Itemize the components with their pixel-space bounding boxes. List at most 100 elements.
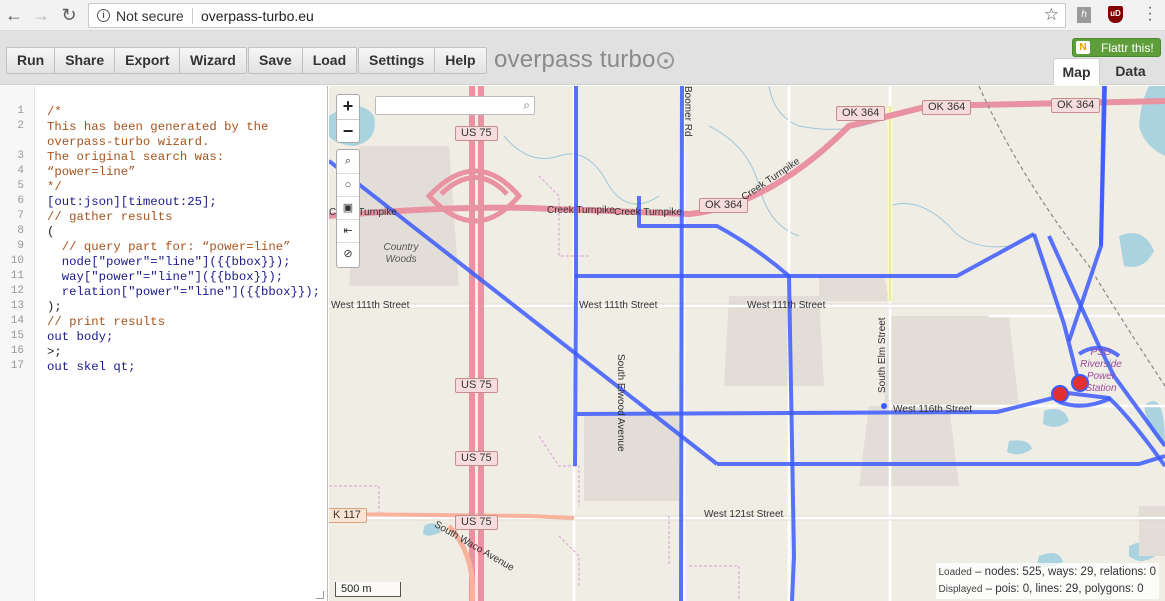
- line-number: 6: [17, 195, 24, 207]
- code-line[interactable]: (: [47, 225, 54, 240]
- displayed-stats: – pois: 0, lines: 29, polygons: 0: [985, 583, 1144, 595]
- ok364-shield: OK 364: [836, 106, 886, 121]
- extension-h-icon[interactable]: h: [1077, 7, 1091, 23]
- ok364-shield: OK 364: [922, 100, 972, 115]
- browser-toolbar: ← → ↻ i Not secure overpass-turbo.eu ☆ h…: [0, 0, 1165, 31]
- loaded-stats: – nodes: 525, ways: 29, relations: 0: [975, 566, 1156, 578]
- line-number: 13: [10, 300, 24, 312]
- street-label: Creek Turnpike: [547, 205, 615, 216]
- street-label: West 121st Street: [704, 509, 784, 520]
- map-search-input[interactable]: ⌕: [375, 96, 535, 115]
- address-bar[interactable]: i Not secure overpass-turbo.eu ☆: [88, 3, 1066, 28]
- tab-map[interactable]: Map: [1053, 58, 1100, 85]
- us75-shield: US 75: [455, 515, 498, 530]
- run-share-export-group: Run Share Export: [6, 47, 181, 74]
- line-number: 7: [17, 210, 24, 222]
- save-load-group: Save Load: [248, 47, 358, 74]
- fullscreen-image-icon[interactable]: ▣: [337, 196, 359, 219]
- info-icon[interactable]: i: [97, 9, 110, 22]
- line-number: 9: [17, 240, 24, 252]
- us75-shield: US 75: [455, 378, 498, 393]
- us75-shield: US 75: [455, 451, 498, 466]
- reload-icon[interactable]: ↻: [58, 4, 80, 26]
- code-line[interactable]: */: [47, 180, 62, 195]
- street-label: South Elm Street: [877, 317, 888, 393]
- code-line[interactable]: /*: [47, 105, 62, 120]
- code-line[interactable]: This has been generated by the: [47, 120, 268, 135]
- data-stats: Loaded – nodes: 525, ways: 29, relations…: [935, 563, 1159, 599]
- bookmark-star-icon[interactable]: ☆: [1044, 5, 1059, 25]
- flattr-label: Flattr this!: [1101, 41, 1154, 55]
- line-number: 11: [10, 270, 24, 282]
- steering-wheel-icon: [657, 52, 674, 69]
- k117-shield: K 117: [329, 508, 367, 523]
- clear-data-icon[interactable]: ⊘: [337, 242, 359, 265]
- address-separator: [192, 8, 193, 24]
- code-line[interactable]: [out:json][timeout:25];: [47, 195, 217, 210]
- street-label: West 111th Street: [579, 300, 658, 311]
- line-number: 12: [10, 285, 24, 297]
- forward-arrow-icon[interactable]: →: [30, 4, 52, 26]
- line-number: 16: [10, 345, 24, 357]
- code-line[interactable]: );: [47, 300, 62, 315]
- wizard-group: Wizard: [179, 47, 247, 74]
- ok364-shield: OK 364: [1051, 98, 1101, 113]
- map-view[interactable]: US 75 US 75 US 75 US 75 OK 364 OK 364 OK…: [329, 86, 1165, 601]
- line-number: 2: [17, 120, 24, 132]
- zoom-to-data-icon[interactable]: ⌕: [337, 150, 359, 173]
- query-editor[interactable]: 1 /* 2 This has been generated by the overpa…: [0, 86, 328, 601]
- street-label: West 111th Street: [747, 300, 826, 311]
- flattr-button[interactable]: N Flattr this!: [1072, 38, 1161, 57]
- ok364-shield: OK 364: [699, 198, 749, 213]
- code-line[interactable]: // print results: [47, 315, 165, 330]
- ublock-icon[interactable]: uD: [1108, 6, 1123, 23]
- code-line[interactable]: node["power"="line"]({{bbox}});: [47, 255, 291, 270]
- code-line[interactable]: // query part for: “power=line”: [47, 240, 291, 255]
- zoom-in-button[interactable]: +: [337, 95, 359, 119]
- help-button[interactable]: Help: [435, 47, 487, 74]
- settings-button[interactable]: Settings: [358, 47, 436, 74]
- code-line[interactable]: out body;: [47, 330, 113, 345]
- url-text[interactable]: overpass-turbo.eu: [201, 8, 314, 24]
- wizard-button[interactable]: Wizard: [179, 47, 247, 74]
- line-number: 4: [17, 165, 24, 177]
- export-button[interactable]: Export: [115, 47, 181, 74]
- load-button[interactable]: Load: [302, 47, 358, 74]
- line-number: 17: [10, 360, 24, 372]
- code-line[interactable]: >;: [47, 345, 62, 360]
- code-line[interactable]: “power=line”: [47, 165, 136, 180]
- security-status[interactable]: Not secure: [116, 8, 184, 24]
- street-label: South Elwood Avenue: [615, 354, 626, 452]
- code-line[interactable]: way["power"="line"]({{bbox}});: [47, 270, 283, 285]
- line-number: 8: [17, 225, 24, 237]
- locate-icon[interactable]: ○: [337, 173, 359, 196]
- area-label: Country Woods: [383, 242, 419, 265]
- fit-bounds-icon[interactable]: ⇤: [337, 219, 359, 242]
- search-icon[interactable]: ⌕: [523, 98, 530, 113]
- code-line[interactable]: // gather results: [47, 210, 172, 225]
- zoom-out-button[interactable]: −: [337, 119, 359, 143]
- back-arrow-icon[interactable]: ←: [3, 4, 25, 26]
- line-number: 14: [10, 315, 24, 327]
- app-title: overpass turbo: [494, 46, 656, 73]
- us75-shield: US 75: [455, 126, 498, 141]
- run-button[interactable]: Run: [6, 47, 56, 74]
- settings-help-group: Settings Help: [358, 47, 487, 74]
- line-number: 15: [10, 330, 24, 342]
- code-line[interactable]: relation["power"="line"]({{bbox}});: [47, 285, 320, 300]
- scale-bar: 500 m: [335, 582, 401, 597]
- share-button[interactable]: Share: [55, 47, 116, 74]
- code-line[interactable]: overpass-turbo wizard.: [47, 135, 209, 150]
- browser-menu-icon[interactable]: · · ·: [1140, 0, 1160, 28]
- flattr-logo-icon: N: [1076, 41, 1090, 54]
- code-line[interactable]: The original search was:: [47, 150, 224, 165]
- line-number: 1: [17, 105, 24, 117]
- tab-data[interactable]: Data: [1106, 58, 1155, 85]
- street-label: West 111th Street: [331, 300, 410, 311]
- save-button[interactable]: Save: [248, 47, 303, 74]
- resize-handle-icon[interactable]: [316, 591, 324, 599]
- code-line[interactable]: out skel qt;: [47, 360, 136, 375]
- line-number: 10: [10, 255, 24, 267]
- line-number-gutter: [0, 86, 35, 601]
- zoom-control: + −: [336, 94, 360, 143]
